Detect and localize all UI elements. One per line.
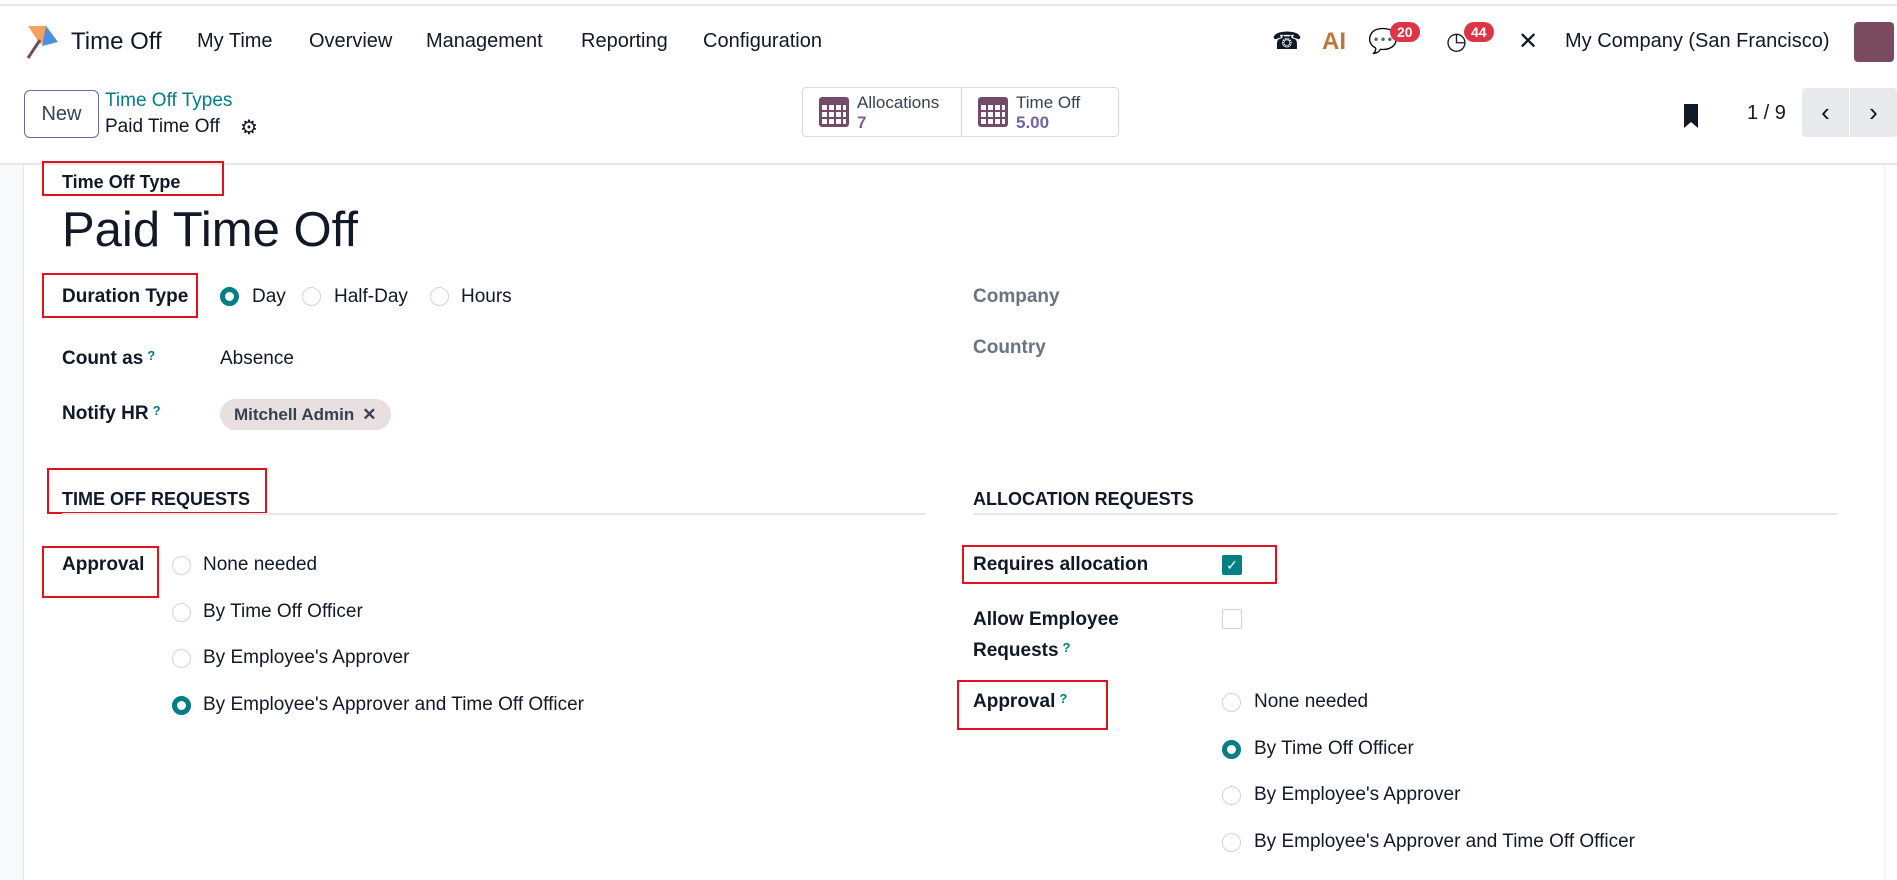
section-divider — [973, 513, 1837, 515]
duration-option-label[interactable]: Hours — [461, 286, 512, 308]
stat-value: 7 — [857, 112, 867, 132]
breadcrumb-time-off-types[interactable]: Time Off Types — [105, 90, 232, 112]
timeoff-approval-approver-radio[interactable] — [172, 649, 191, 668]
company-switcher[interactable]: My Company (San Francisco) — [1565, 30, 1830, 53]
menu-my-time[interactable]: My Time — [197, 30, 273, 53]
top-border — [0, 0, 1897, 6]
approval-option-label[interactable]: By Employee's Approver — [203, 647, 409, 669]
count-as-text: Count as — [62, 348, 144, 369]
notify-hr-text: Notify HR — [62, 403, 149, 424]
tools-icon[interactable]: ✕ — [1518, 28, 1538, 56]
stat-label: Allocations — [857, 92, 940, 112]
type-label: Time Off Type — [62, 172, 181, 192]
count-as-value[interactable]: Absence — [220, 348, 294, 370]
approval-option-label[interactable]: None needed — [203, 554, 317, 576]
menu-configuration[interactable]: Configuration — [703, 30, 822, 53]
user-avatar[interactable] — [1854, 22, 1894, 62]
allocations-stat-button[interactable]: Allocations 7 — [802, 87, 962, 137]
count-as-label: Count as? — [62, 348, 155, 370]
notify-hr-label: Notify HR? — [62, 403, 161, 425]
approval-option-label[interactable]: By Employee's Approver — [1254, 784, 1460, 806]
notify-hr-tag[interactable]: Mitchell Admin ✕ — [220, 399, 391, 430]
record-title[interactable]: Paid Time Off — [62, 202, 358, 258]
requires-allocation-label: Requires allocation — [973, 554, 1149, 575]
section-divider — [62, 513, 926, 515]
allow-employee-requests-checkbox[interactable] — [1222, 609, 1242, 629]
new-button[interactable]: New — [24, 90, 99, 138]
approval-option-label[interactable]: By Employee's Approver and Time Off Offi… — [1254, 831, 1635, 853]
alloc-approval-officer-radio[interactable] — [1222, 740, 1241, 759]
duration-type-label: Duration Type — [62, 286, 189, 307]
calendar-icon — [819, 97, 849, 127]
app-logo-icon[interactable] — [24, 24, 60, 60]
approval-option-label[interactable]: By Employee's Approver and Time Off Offi… — [203, 694, 584, 716]
allocation-approval-text: Approval — [973, 691, 1056, 712]
stat-value: 5.00 — [1016, 112, 1050, 132]
gear-icon[interactable]: ⚙ — [240, 115, 258, 140]
approval-option-label[interactable]: By Time Off Officer — [1254, 738, 1414, 760]
approval-option-label[interactable]: None needed — [1254, 691, 1368, 713]
allow-requests-label-line2: Requests? — [973, 640, 1070, 662]
duration-day-radio[interactable] — [220, 287, 239, 306]
previous-record-button[interactable]: ‹ — [1802, 88, 1849, 137]
alloc-approval-none-radio[interactable] — [1222, 693, 1241, 712]
activity-badge: 44 — [1464, 22, 1494, 42]
requires-allocation-checkbox[interactable]: ✓ — [1222, 555, 1242, 575]
duration-hours-radio[interactable] — [430, 287, 449, 306]
time-off-stat-button[interactable]: Time Off 5.00 — [961, 87, 1119, 137]
phone-icon[interactable]: ☎ — [1272, 28, 1302, 56]
timeoff-approval-both-radio[interactable] — [172, 696, 191, 715]
allocation-requests-heading: ALLOCATION REQUESTS — [973, 489, 1194, 509]
ai-icon[interactable]: AI — [1322, 28, 1346, 56]
tag-label: Mitchell Admin — [234, 404, 355, 424]
menu-overview[interactable]: Overview — [309, 30, 392, 53]
help-icon[interactable]: ? — [1059, 691, 1067, 706]
stat-label: Time Off — [1016, 92, 1081, 112]
divider — [0, 163, 1897, 165]
timeoff-approval-none-radio[interactable] — [172, 556, 191, 575]
help-icon[interactable]: ? — [153, 403, 161, 418]
scrollbar[interactable] — [1884, 165, 1897, 880]
menu-reporting[interactable]: Reporting — [581, 30, 668, 53]
pager-value[interactable]: 1 / 9 — [1747, 102, 1786, 125]
menu-management[interactable]: Management — [426, 30, 543, 53]
alloc-approval-both-radio[interactable] — [1222, 833, 1241, 852]
bookmark-icon[interactable] — [1684, 104, 1698, 128]
app-name[interactable]: Time Off — [71, 28, 162, 56]
duration-option-label[interactable]: Half-Day — [334, 286, 408, 308]
company-label: Company — [973, 286, 1060, 307]
breadcrumb-current: Paid Time Off — [105, 116, 220, 137]
allow-requests-text: Requests — [973, 640, 1059, 661]
calendar-icon — [978, 97, 1008, 127]
remove-tag-icon[interactable]: ✕ — [362, 405, 376, 425]
chat-badge: 20 — [1390, 22, 1420, 42]
approval-option-label[interactable]: By Time Off Officer — [203, 601, 363, 623]
allocation-approval-label: Approval? — [973, 691, 1067, 713]
time-off-requests-heading: TIME OFF REQUESTS — [62, 489, 251, 509]
left-gutter — [0, 165, 24, 880]
next-record-button[interactable]: › — [1850, 88, 1897, 137]
duration-half-day-radio[interactable] — [302, 287, 321, 306]
help-icon[interactable]: ? — [147, 348, 155, 363]
alloc-approval-approver-radio[interactable] — [1222, 786, 1241, 805]
help-icon[interactable]: ? — [1063, 640, 1071, 655]
time-off-approval-label: Approval — [62, 554, 145, 575]
timeoff-approval-officer-radio[interactable] — [172, 603, 191, 622]
allow-requests-label-line1: Allow Employee — [973, 609, 1119, 630]
duration-option-label[interactable]: Day — [252, 286, 286, 308]
country-label: Country — [973, 337, 1046, 358]
